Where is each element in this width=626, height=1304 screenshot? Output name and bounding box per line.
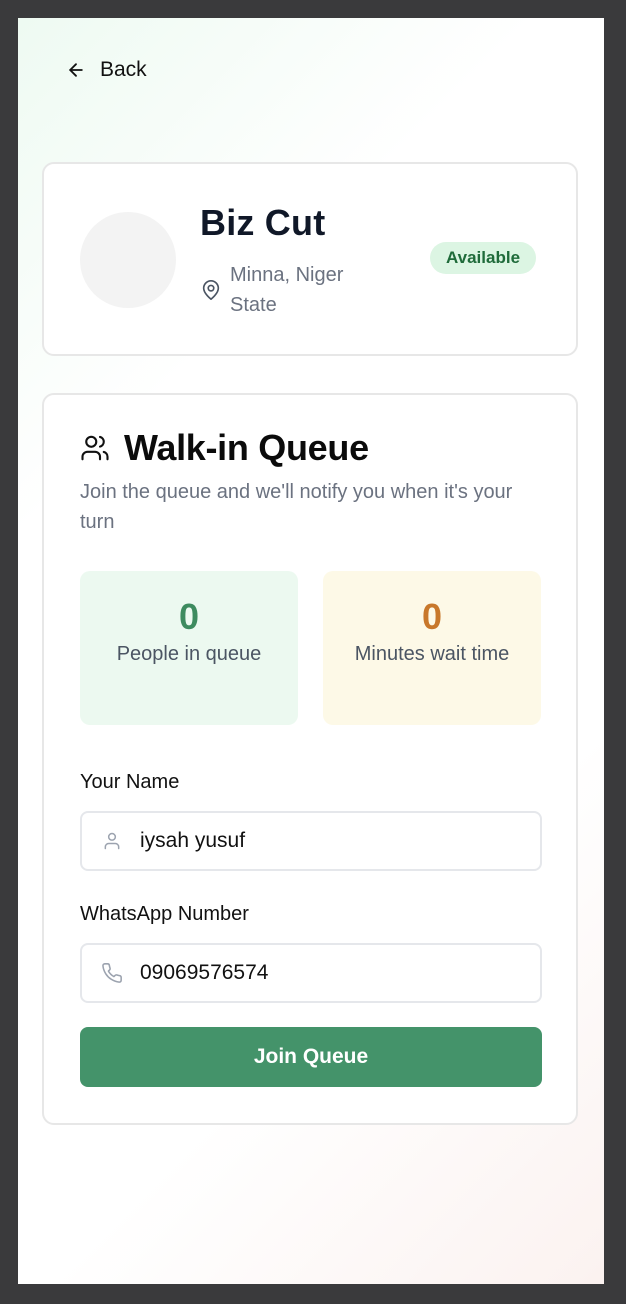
user-icon [82,831,142,851]
queue-card: Walk-in Queue Join the queue and we'll n… [42,393,578,1125]
arrow-left-icon [66,60,86,80]
shop-name: Biz Cut [200,202,326,243]
map-pin-icon [200,260,222,302]
phone-icon [82,962,142,984]
name-field[interactable] [80,811,542,871]
back-button[interactable]: Back [66,58,147,82]
shop-location: Minna, Niger State [200,260,380,320]
people-in-queue-stat: 0 People in queue [80,571,298,725]
people-count: 0 [178,596,200,637]
phone-field[interactable] [80,943,542,1003]
name-input[interactable] [140,829,520,853]
queue-heading: Walk-in Queue [80,427,369,469]
wait-minutes: 0 [421,596,443,637]
app-frame: Back Biz Cut Minna, Niger State Availabl… [18,18,604,1284]
shop-card: Biz Cut Minna, Niger State Available [42,162,578,356]
join-queue-button[interactable]: Join Queue [80,1027,542,1087]
queue-subtitle: Join the queue and we'll notify you when… [80,481,513,533]
phone-input[interactable] [140,961,520,985]
status-badge: Available [430,242,537,274]
name-label: Your Name [80,771,180,793]
wait-time-stat: 0 Minutes wait time [323,571,541,725]
shop-avatar [80,212,176,308]
phone-label: WhatsApp Number [80,903,249,925]
wait-label: Minutes wait time [354,643,510,665]
shop-location-text: Minna, Niger State [230,264,344,316]
people-label: People in queue [116,643,262,665]
users-icon [80,433,110,463]
back-label: Back [100,58,147,81]
queue-title: Walk-in Queue [124,427,369,468]
